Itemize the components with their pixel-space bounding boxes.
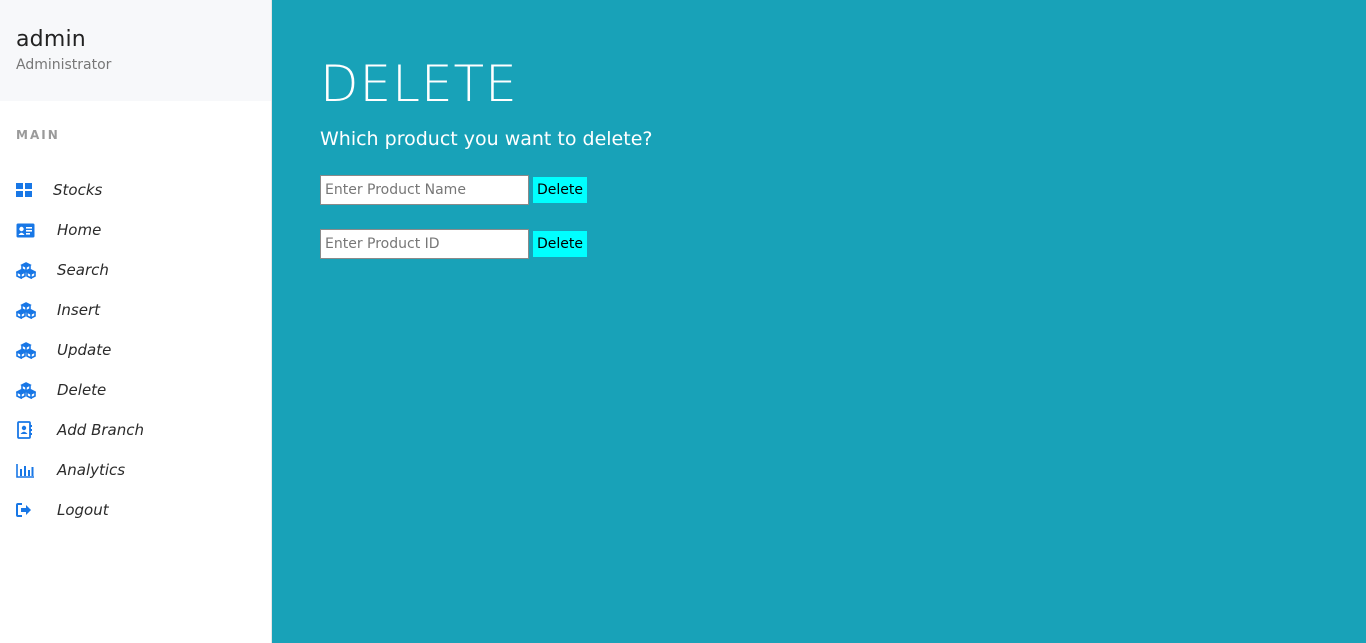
sidebar: admin Administrator MAIN Stocks Home Sea… [0,0,272,643]
sidebar-item-label: Search [57,261,109,279]
delete-by-id-form: Delete [320,229,1366,259]
delete-by-name-form: Delete [320,175,1366,205]
cubes-icon [16,300,36,320]
profile-name: admin [16,27,86,52]
product-name-input[interactable] [320,175,529,205]
page-title: DELETE [320,55,518,113]
app-window: admin Administrator MAIN Stocks Home Sea… [0,0,1366,643]
bar-chart-icon [16,460,36,480]
sidebar-item-add-branch[interactable]: Add Branch [0,410,271,450]
main-content: DELETE Which product you want to delete?… [272,0,1366,643]
sidebar-item-label: Update [57,341,112,359]
delete-by-id-button[interactable]: Delete [533,231,587,257]
profile-role: Administrator [16,57,112,73]
sidebar-item-label: Stocks [53,181,103,199]
sidebar-item-analytics[interactable]: Analytics [0,450,271,490]
sign-out-icon [16,500,36,520]
cubes-icon [16,260,36,280]
section-label-main: MAIN [16,128,60,142]
sidebar-item-stocks[interactable]: Stocks [0,170,271,210]
sidebar-item-label: Insert [57,301,101,319]
cubes-icon [16,380,36,400]
sidebar-item-update[interactable]: Update [0,330,271,370]
id-card-icon [16,220,36,240]
user-profile: admin Administrator [0,0,271,101]
sidebar-item-home[interactable]: Home [0,210,271,250]
sidebar-item-logout[interactable]: Logout [0,490,271,530]
cubes-icon [16,340,36,360]
sidebar-item-label: Logout [57,501,109,519]
sidebar-item-label: Add Branch [57,421,144,439]
sidebar-menu: Stocks Home Search Insert Update Delete … [0,161,271,530]
sidebar-item-insert[interactable]: Insert [0,290,271,330]
page-subtitle: Which product you want to delete? [320,128,653,150]
sidebar-item-search[interactable]: Search [0,250,271,290]
sidebar-item-label: Analytics [57,461,126,479]
sidebar-item-label: Home [57,221,102,239]
grid-icon [16,180,36,200]
delete-by-name-button[interactable]: Delete [533,177,587,203]
address-book-icon [16,420,36,440]
sidebar-item-label: Delete [57,381,107,399]
sidebar-item-delete[interactable]: Delete [0,370,271,410]
product-id-input[interactable] [320,229,529,259]
